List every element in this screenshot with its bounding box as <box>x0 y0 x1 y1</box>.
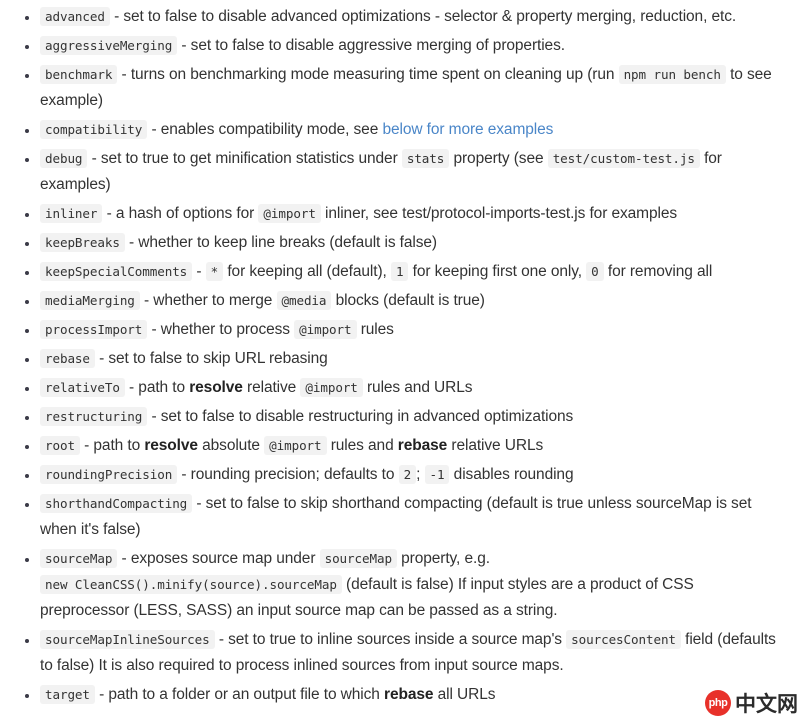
option-name: roundingPrecision <box>40 465 178 484</box>
option-description: for keeping first one only, <box>408 263 587 280</box>
option-description: - path to <box>79 437 145 454</box>
option-name: benchmark <box>40 65 118 84</box>
option-description: absolute <box>197 437 265 454</box>
doc-link[interactable]: below for more examples <box>382 121 553 138</box>
emphasis-text: resolve <box>144 437 198 454</box>
option-item: advanced - set to false to disable advan… <box>0 4 790 30</box>
option-description: - whether to process <box>147 321 295 338</box>
option-description: - set to true to get minification statis… <box>87 150 402 167</box>
option-item: restructuring - set to false to disable … <box>0 404 790 430</box>
options-list: advanced - set to false to disable advan… <box>0 4 790 708</box>
option-name: rebase <box>40 349 95 368</box>
option-description: property, e.g. <box>396 550 490 567</box>
option-description: inliner, see test/protocol-imports-test.… <box>320 205 678 222</box>
option-name: keepSpecialComments <box>40 262 193 281</box>
option-description: - enables compatibility mode, see <box>147 121 383 138</box>
option-item: processImport - whether to process @impo… <box>0 317 790 343</box>
option-item: roundingPrecision - rounding precision; … <box>0 462 790 488</box>
option-name: aggressiveMerging <box>40 36 178 55</box>
option-item: sourceMap - exposes source map under sou… <box>0 546 790 624</box>
inline-code: * <box>205 262 224 281</box>
emphasis-text: rebase <box>384 686 434 703</box>
option-description: - <box>192 263 206 280</box>
inline-code: new CleanCSS().minify(source).sourceMap <box>40 575 342 594</box>
inline-code: @import <box>300 378 363 397</box>
option-item: benchmark - turns on benchmarking mode m… <box>0 62 790 114</box>
option-description: - whether to keep line breaks (default i… <box>124 234 437 251</box>
inline-code: @import <box>264 436 327 455</box>
option-description: ; <box>416 466 425 483</box>
option-description: all URLs <box>433 686 496 703</box>
option-item: inliner - a hash of options for @import … <box>0 201 790 227</box>
option-description: - set to true to inline sources inside a… <box>214 631 567 648</box>
option-description: for keeping all (default), <box>223 263 391 280</box>
inline-code: 0 <box>586 262 604 281</box>
option-description: - set to false to disable restructuring … <box>147 408 574 425</box>
option-name: sourceMap <box>40 549 118 568</box>
option-name: keepBreaks <box>40 233 125 252</box>
inline-code: @media <box>276 291 332 310</box>
option-name: root <box>40 436 80 455</box>
option-description: - set to false to disable advanced optim… <box>109 8 737 25</box>
watermark-badge-icon: php <box>705 690 731 716</box>
inline-code: -1 <box>424 465 450 484</box>
option-item: rebase - set to false to skip URL rebasi… <box>0 346 790 372</box>
option-description: blocks (default is true) <box>331 292 485 309</box>
option-description: - rounding precision; defaults to <box>177 466 399 483</box>
option-item: aggressiveMerging - set to false to disa… <box>0 33 790 59</box>
option-name: inliner <box>40 204 103 223</box>
option-item: debug - set to true to get minification … <box>0 146 790 198</box>
inline-code: @import <box>258 204 321 223</box>
option-item: compatibility - enables compatibility mo… <box>0 117 790 143</box>
option-name: relativeTo <box>40 378 125 397</box>
option-name: target <box>40 685 95 704</box>
option-description: - set to false to skip URL rebasing <box>94 350 328 367</box>
option-description: rules and URLs <box>362 379 473 396</box>
watermark: php 中文网 <box>705 688 798 718</box>
option-description: - turns on benchmarking mode measuring t… <box>117 66 619 83</box>
option-item: keepBreaks - whether to keep line breaks… <box>0 230 790 256</box>
documentation-body: advanced - set to false to disable advan… <box>0 0 800 708</box>
watermark-text: 中文网 <box>735 692 798 716</box>
option-item: target - path to a folder or an output f… <box>0 682 790 708</box>
inline-code: stats <box>401 149 450 168</box>
option-item: shorthandCompacting - set to false to sk… <box>0 491 790 543</box>
inline-code: @import <box>294 320 357 339</box>
option-name: compatibility <box>40 120 148 139</box>
inline-code: npm run bench <box>618 65 726 84</box>
option-item: relativeTo - path to resolve relative @i… <box>0 375 790 401</box>
option-name: advanced <box>40 7 110 26</box>
option-description: property (see <box>449 150 548 167</box>
option-name: sourceMapInlineSources <box>40 630 215 649</box>
option-description: - whether to merge <box>139 292 277 309</box>
inline-code: 2 <box>398 465 417 484</box>
option-description: - a hash of options for <box>102 205 259 222</box>
option-item: root - path to resolve absolute @import … <box>0 433 790 459</box>
option-description: - path to a folder or an output file to … <box>94 686 385 703</box>
option-name: mediaMerging <box>40 291 140 310</box>
option-name: debug <box>40 149 88 168</box>
emphasis-text: resolve <box>189 379 243 396</box>
option-description: relative URLs <box>447 437 544 454</box>
option-description: - path to <box>124 379 190 396</box>
option-description: disables rounding <box>449 466 574 483</box>
option-name: shorthandCompacting <box>40 494 193 513</box>
option-item: mediaMerging - whether to merge @media b… <box>0 288 790 314</box>
option-description: - set to false to disable aggressive mer… <box>177 37 565 54</box>
option-name: processImport <box>40 320 148 339</box>
inline-code: sourceMap <box>319 549 397 568</box>
inline-code: sourcesContent <box>566 630 681 649</box>
option-item: sourceMapInlineSources - set to true to … <box>0 627 790 679</box>
option-description: - exposes source map under <box>117 550 320 567</box>
option-description: relative <box>242 379 301 396</box>
option-description: rules <box>356 321 394 338</box>
option-item: keepSpecialComments - * for keeping all … <box>0 259 790 285</box>
option-name: restructuring <box>40 407 148 426</box>
option-description: rules and <box>326 437 398 454</box>
emphasis-text: rebase <box>397 437 448 454</box>
option-description: for removing all <box>603 263 713 280</box>
inline-code: test/custom-test.js <box>547 149 700 168</box>
inline-code: 1 <box>390 262 409 281</box>
